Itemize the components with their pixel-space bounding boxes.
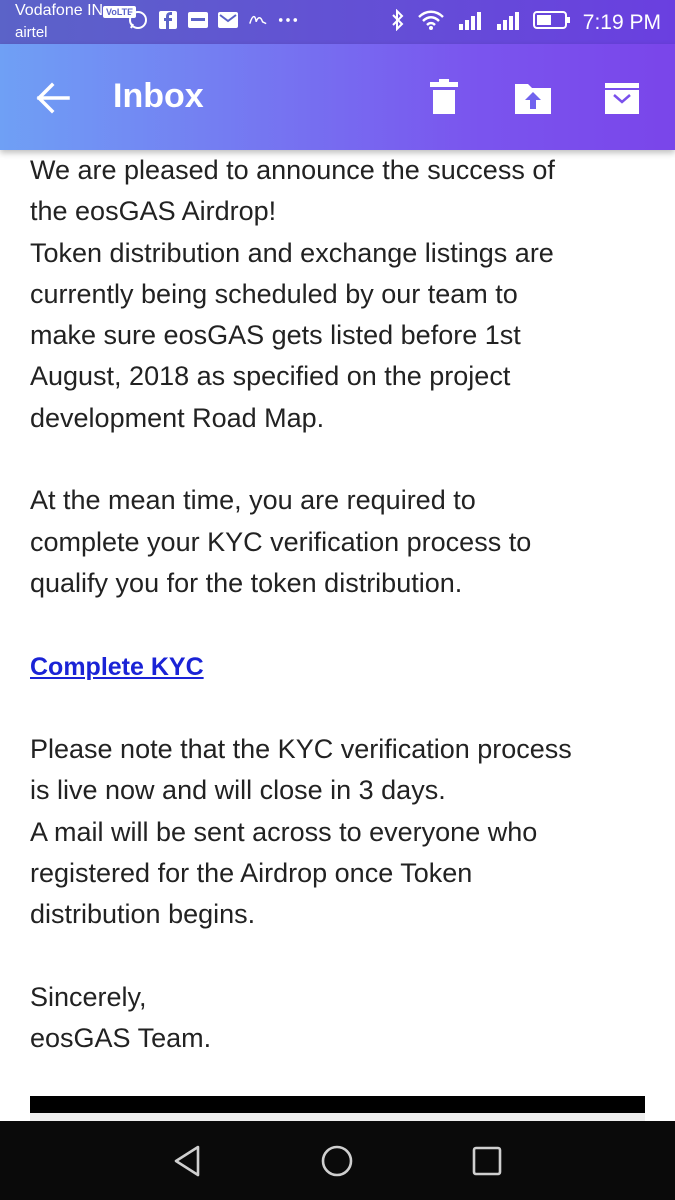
signal-icon-sim1: [457, 9, 483, 36]
delete-button[interactable]: [424, 78, 464, 118]
battery-icon: [532, 10, 571, 35]
text-line: complete your KYC verification process t…: [30, 526, 532, 557]
text-line: distribution begins.: [30, 899, 256, 930]
text-line: We are pleased to announce the success o…: [30, 155, 555, 185]
carrier-primary: Vodafone IN: [15, 2, 104, 19]
page-title: Inbox: [113, 77, 204, 115]
paytm-icon: [188, 10, 208, 30]
bluetooth-icon: [391, 8, 405, 36]
app-bar: Inbox: [0, 44, 675, 150]
recents-square-icon: [472, 1146, 502, 1176]
more-notifications-icon: [278, 10, 298, 30]
email-footer-divider: [30, 1113, 645, 1121]
system-status: 7:19 PM: [391, 8, 661, 36]
text-line: At the mean time, you are required to: [30, 485, 476, 516]
home-circle-icon: [321, 1145, 353, 1177]
text-line: the eosGAS Airdrop!: [30, 196, 277, 227]
email-body: We are pleased to announce the success o…: [30, 150, 645, 1060]
delete-icon: [430, 79, 458, 114]
signal-icon-sim2: [495, 9, 521, 36]
move-to-folder-button[interactable]: [513, 78, 553, 118]
archive-icon: [605, 83, 639, 114]
arrow-left-icon: [36, 82, 70, 114]
kyc-link-row: Complete KYC: [30, 646, 645, 688]
carrier-secondary: airtel: [15, 24, 48, 41]
text-line: Please note that the KYC verification pr…: [30, 734, 572, 765]
email-paragraph-announcement: We are pleased to announce the success o…: [30, 150, 645, 439]
email-signoff: Sincerely, eosGAS Team.: [30, 977, 645, 1060]
app-notification-icon: [248, 10, 268, 30]
text-line: currently being scheduled by our team to: [30, 278, 518, 309]
nav-home-button[interactable]: [319, 1143, 355, 1179]
text-line: Sincerely,: [30, 981, 147, 1012]
text-line: make sure eosGAS gets listed before 1st: [30, 320, 521, 351]
back-button[interactable]: [34, 80, 72, 116]
facebook-icon: [158, 10, 178, 30]
text-line: eosGAS Team.: [30, 1023, 212, 1054]
status-bar: Vodafone IN VoLTE airtel 7:19 PM: [0, 0, 675, 44]
nav-back-button[interactable]: [170, 1143, 206, 1179]
text-line: A mail will be sent across to everyone w…: [30, 816, 538, 847]
text-line: development Road Map.: [30, 402, 325, 433]
text-line: is live now and will close in 3 days.: [30, 775, 446, 806]
notification-icons: [128, 10, 298, 30]
move-to-folder-icon: [515, 84, 551, 114]
text-line: qualify you for the token distribution.: [30, 567, 463, 598]
text-line: August, 2018 as specified on the project: [30, 361, 511, 392]
wifi-icon: [417, 9, 445, 36]
archive-button[interactable]: [602, 78, 642, 118]
nav-recents-button[interactable]: [469, 1143, 505, 1179]
gmail-icon: [218, 10, 238, 30]
email-paragraph-kyc-request: At the mean time, you are required to co…: [30, 480, 645, 604]
text-line: registered for the Airdrop once Token: [30, 858, 473, 889]
system-nav-bar: [0, 1121, 675, 1200]
email-footer-banner: [30, 1096, 645, 1113]
text-line: Token distribution and exchange listings…: [30, 237, 554, 268]
complete-kyc-link[interactable]: Complete KYC: [30, 653, 204, 681]
clock-time: 7:19 PM: [582, 10, 661, 34]
email-paragraph-notice: Please note that the KYC verification pr…: [30, 729, 645, 935]
whatsapp-icon: [128, 10, 148, 30]
back-triangle-icon: [174, 1145, 200, 1177]
